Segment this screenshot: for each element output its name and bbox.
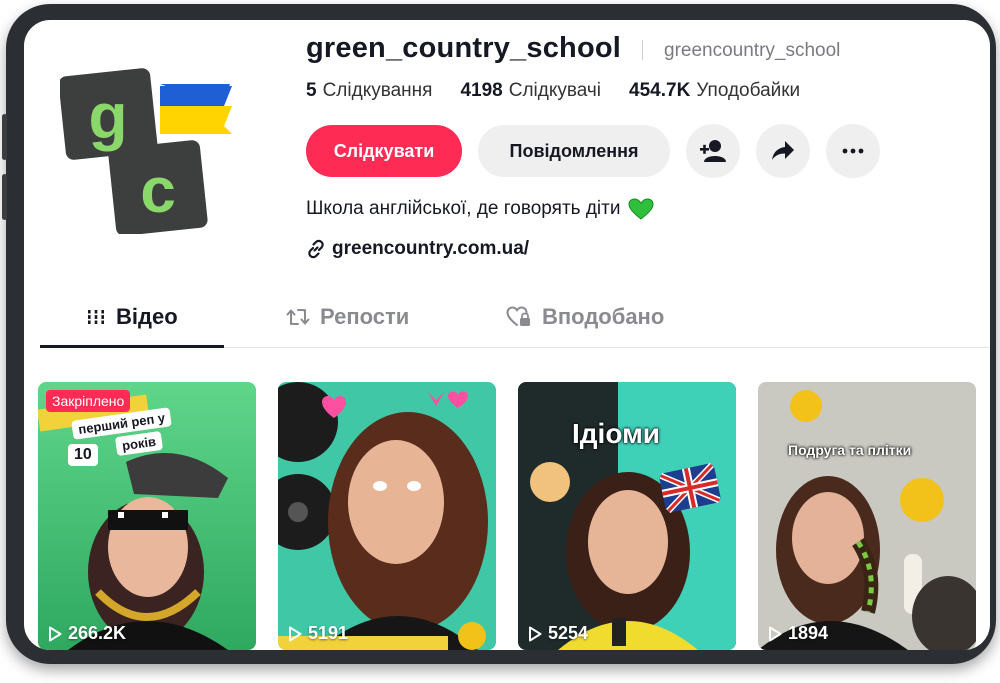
repost-icon — [286, 309, 310, 325]
view-count: 5254 — [528, 623, 588, 644]
avatar-letter-g: g — [88, 80, 127, 152]
play-icon — [529, 626, 542, 641]
tab-reposts[interactable]: Репости — [286, 304, 409, 330]
video-grid: Закріплено перший реп у 10 років 266.2K — [38, 382, 978, 650]
views-text: 1894 — [788, 623, 829, 643]
more-button[interactable] — [826, 124, 880, 178]
grid-icon — [86, 310, 106, 324]
video-caption: Ідіоми — [572, 418, 660, 449]
play-icon — [49, 626, 62, 641]
stat-label: Уподобайки — [696, 80, 801, 101]
stat-value: 454.7K — [629, 80, 691, 101]
share-arrow-icon — [772, 141, 794, 160]
video-card[interactable]: Закріплено перший реп у 10 років 266.2K — [38, 382, 256, 650]
pinned-badge: Закріплено — [46, 390, 131, 412]
device-side-button — [2, 114, 7, 160]
views-text: 266.2K — [68, 623, 127, 643]
video-caption: Подруга та плітки — [788, 442, 912, 458]
profile-actions: Слідкувати Повідомлення — [306, 124, 896, 178]
more-dots-icon — [842, 148, 864, 154]
video-caption: 10 — [68, 444, 98, 466]
add-user-icon — [700, 140, 726, 162]
stat-label: Слідкувачі — [508, 80, 602, 101]
stat-label: Слідкування — [322, 80, 433, 101]
video-card[interactable]: Ідіоми 5254 — [518, 382, 736, 650]
profile-username: green_country_school — [306, 32, 622, 64]
stat-followers[interactable]: 4198 Слідкувачі — [460, 80, 601, 102]
name-divider — [642, 40, 643, 60]
message-button[interactable]: Повідомлення — [478, 125, 670, 177]
add-friend-button[interactable] — [686, 124, 740, 178]
play-icon — [289, 626, 302, 641]
views-text: 5254 — [548, 623, 589, 643]
screen: g c green_country_school greencountry_sc… — [24, 20, 990, 650]
profile-avatar[interactable]: g c — [60, 64, 238, 234]
view-count: 1894 — [768, 623, 828, 644]
profile-nickname: greencountry_school — [664, 40, 841, 61]
stat-value: 5 — [306, 80, 317, 101]
device-frame: g c green_country_school greencountry_sc… — [2, 4, 996, 664]
follow-button[interactable]: Слідкувати — [306, 125, 462, 177]
active-tab-indicator — [40, 345, 224, 348]
video-thumbnail — [758, 382, 976, 650]
heart-lock-icon — [506, 306, 530, 326]
profile-stats: 5 Слідкування 4198 Слідкувачі 454.7K Уподоб… — [306, 80, 828, 102]
views-text: 5191 — [308, 623, 349, 643]
view-count: 266.2K — [48, 623, 126, 644]
link-icon — [308, 239, 324, 259]
tab-videos[interactable]: Відео — [86, 304, 178, 330]
video-thumbnail — [278, 382, 496, 650]
play-icon — [769, 626, 782, 641]
profile-link[interactable]: greencountry.com.ua/ — [306, 238, 529, 260]
link-text: greencountry.com.ua/ — [332, 238, 530, 259]
device-side-button — [2, 174, 7, 220]
tab-label: Репости — [320, 304, 410, 329]
tab-liked[interactable]: Вподобано — [506, 304, 664, 330]
bio-text: Школа англійської, де говорять діти — [306, 198, 621, 219]
view-count: 5191 — [288, 623, 348, 644]
avatar-letter-c: c — [140, 154, 176, 226]
stat-following[interactable]: 5 Слідкування — [306, 80, 432, 102]
green-heart-icon — [628, 198, 654, 220]
profile-bio: Школа англійської, де говорять діти — [306, 198, 654, 220]
tab-label: Відео — [116, 304, 178, 329]
video-card[interactable]: 5191 — [278, 382, 496, 650]
profile-tabs: Відео Репости Вподобано — [40, 300, 990, 348]
tab-label: Вподобано — [542, 304, 665, 329]
stat-likes: 454.7K Уподобайки — [629, 80, 800, 102]
video-card[interactable]: Подруга та плітки 1894 — [758, 382, 976, 650]
share-button[interactable] — [756, 124, 810, 178]
stat-value: 4198 — [460, 80, 503, 101]
